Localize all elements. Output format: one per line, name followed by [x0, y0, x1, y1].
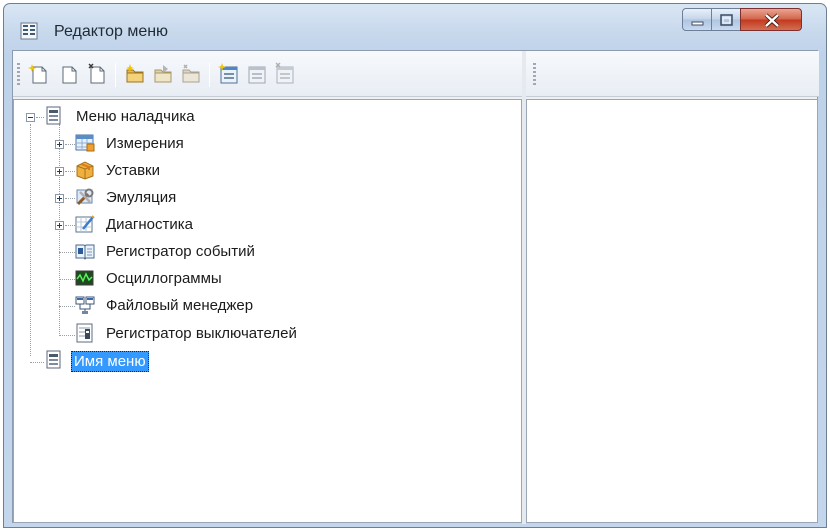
folder-arrow-icon	[154, 65, 172, 83]
tree-item-label: Диагностика	[106, 216, 193, 233]
folder-disabled-button[interactable]	[179, 62, 203, 86]
form-sparkle-icon	[218, 63, 238, 84]
form-disabled-button[interactable]	[273, 62, 297, 86]
collapse-toggle[interactable]	[26, 113, 35, 122]
properties-pane[interactable]	[526, 99, 818, 523]
tree-root-node[interactable]: Меню наладчика	[14, 105, 314, 129]
folder-gray-icon	[182, 64, 200, 83]
form-icon	[248, 66, 266, 84]
document-edit-icon	[88, 63, 105, 84]
form-gray-icon	[275, 62, 294, 84]
toolbar-separator	[115, 63, 116, 87]
menu-root-icon	[44, 106, 66, 126]
maximize-button[interactable]	[711, 8, 741, 31]
tree-item-label: Эмуляция	[106, 189, 177, 206]
menu-root-icon	[44, 350, 66, 370]
tree-root-node-selected[interactable]: Имя меню	[14, 349, 214, 373]
form-button[interactable]	[245, 62, 269, 86]
grid-app-icon	[20, 22, 38, 40]
tree-item-emulation[interactable]: Эмуляция	[14, 186, 314, 210]
file-manager-icon	[74, 295, 96, 315]
tree-item-label: Регистратор событий	[106, 243, 255, 260]
tree-toolbar	[13, 51, 522, 97]
expand-toggle[interactable]	[55, 194, 64, 203]
new-item-button[interactable]	[27, 62, 51, 86]
tree-item-settings[interactable]: Уставки	[14, 159, 314, 183]
window-title: Редактор меню	[54, 23, 169, 40]
tree-item-label: Файловый менеджер	[106, 297, 254, 314]
right-toolbar	[525, 51, 819, 97]
tree-item-label: Регистратор выключателей	[106, 325, 297, 342]
title-bar[interactable]: Редактор меню	[4, 4, 826, 48]
toolbar-grip[interactable]	[533, 63, 536, 87]
maximize-icon	[720, 14, 733, 26]
new-document-sparkle-icon	[28, 64, 47, 84]
tree-item-oscillograms[interactable]: Осциллограммы	[14, 267, 314, 291]
expand-toggle[interactable]	[55, 221, 64, 230]
measurements-table-icon	[74, 133, 96, 153]
tree-item-measurements[interactable]: Измерения	[14, 132, 314, 156]
expand-toggle[interactable]	[55, 167, 64, 176]
document-icon	[62, 66, 77, 84]
blank-document-button[interactable]	[57, 62, 81, 86]
tree-item-label: Осциллограммы	[106, 270, 222, 287]
minimize-button[interactable]	[682, 8, 712, 31]
client-area: Меню наладчика Измерения Уставки Эмуляци…	[12, 50, 819, 524]
toolbar-grip[interactable]	[17, 63, 20, 87]
tree-selected-label[interactable]: Имя меню	[71, 351, 149, 372]
tree-item-label: Уставки	[106, 162, 160, 179]
document-edit-button[interactable]	[85, 62, 109, 86]
toolbar-separator	[209, 63, 210, 87]
emulation-tools-icon	[74, 187, 96, 207]
close-icon	[764, 13, 780, 28]
tree-root-label: Меню наладчика	[76, 108, 195, 125]
settings-box-icon	[74, 160, 96, 180]
oscillogram-icon	[74, 268, 96, 288]
folder-move-button[interactable]	[151, 62, 175, 86]
breaker-register-icon	[74, 323, 96, 343]
folder-sparkle-icon	[126, 64, 144, 83]
diagnostics-chart-icon	[74, 214, 96, 234]
folder-add-button[interactable]	[123, 62, 147, 86]
menu-editor-window: Редактор меню Меню наладчика Измерения У…	[3, 3, 827, 528]
minimize-icon	[691, 21, 704, 26]
tree-item-event-log[interactable]: Регистратор событий	[14, 240, 334, 264]
tree-item-breaker-register[interactable]: Регистратор выключателей	[14, 322, 354, 346]
tree-item-diagnostics[interactable]: Диагностика	[14, 213, 314, 237]
tree-item-file-manager[interactable]: Файловый менеджер	[14, 294, 314, 318]
tree-item-label: Измерения	[106, 135, 184, 152]
menu-tree[interactable]: Меню наладчика Измерения Уставки Эмуляци…	[13, 99, 522, 523]
expand-toggle[interactable]	[55, 140, 64, 149]
event-log-book-icon	[74, 241, 96, 261]
form-add-button[interactable]	[217, 62, 241, 86]
close-button[interactable]	[740, 8, 802, 31]
